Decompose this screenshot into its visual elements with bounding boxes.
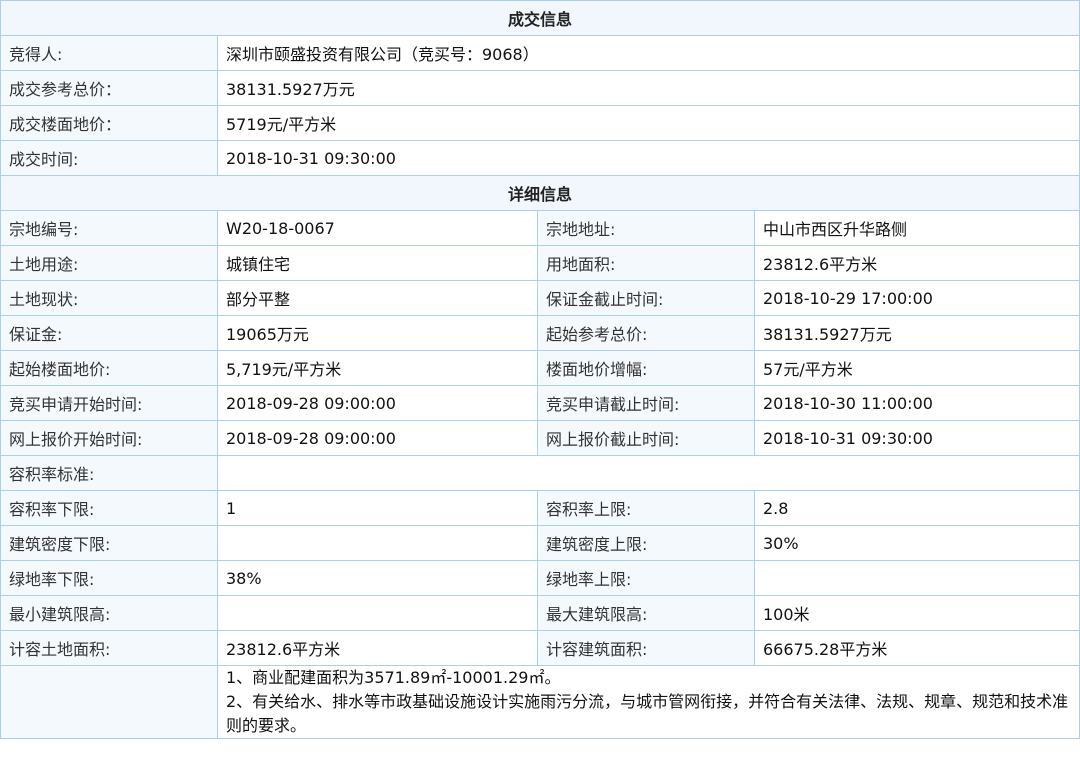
land-use-label: 土地用途:	[0, 245, 218, 281]
height-max-label: 最大建筑限高:	[537, 595, 755, 631]
deal-floor-price-value: 5719元/平方米	[216, 105, 1080, 141]
deal-header-row: 成交信息	[0, 0, 1080, 36]
start-total-price-label: 起始参考总价:	[537, 315, 755, 351]
notes-label	[0, 665, 218, 739]
density-min-label: 建筑密度下限:	[0, 525, 218, 561]
deal-time-label: 成交时间:	[0, 140, 218, 176]
notes-row: 1、商业配建面积为3571.89㎡-10001.29㎡。 2、有关给水、排水等市…	[0, 665, 1080, 739]
gfa-land-area-value: 23812.6平方米	[217, 630, 538, 666]
density-max-value: 30%	[753, 525, 1080, 561]
table-row: 竞得人: 深圳市颐盛投资有限公司（竞买号：9068）	[0, 35, 1080, 71]
apply-end-label: 竞买申请截止时间:	[537, 385, 755, 421]
deal-time-value: 2018-10-31 09:30:00	[216, 140, 1080, 176]
gfa-land-area-label: 计容土地面积:	[0, 630, 218, 666]
green-ratio-min-label: 绿地率下限:	[0, 560, 218, 596]
table-row: 成交楼面地价： 5719元/平方米	[0, 105, 1080, 141]
deal-total-price-value: 38131.5927万元	[216, 70, 1080, 106]
price-increment-label: 楼面地价增幅:	[537, 350, 755, 386]
plot-ratio-standard-label: 容积率标准:	[0, 455, 218, 491]
table-row: 宗地编号: W20-18-0067 宗地地址: 中山市西区升华路侧	[0, 210, 1080, 246]
deposit-value: 19065万元	[217, 315, 538, 351]
parcel-id-label: 宗地编号:	[0, 210, 218, 246]
deal-section-title: 成交信息	[0, 0, 1080, 36]
land-info-table: 成交信息 竞得人: 深圳市颐盛投资有限公司（竞买号：9068） 成交参考总价： …	[0, 0, 1080, 739]
density-min-value	[217, 525, 538, 561]
height-min-label: 最小建筑限高:	[0, 595, 218, 631]
table-row: 保证金: 19065万元 起始参考总价: 38131.5927万元	[0, 315, 1080, 351]
plot-ratio-min-label: 容积率下限:	[0, 490, 218, 526]
winner-value: 深圳市颐盛投资有限公司（竞买号：9068）	[216, 35, 1080, 71]
green-ratio-max-value	[753, 560, 1080, 596]
land-area-label: 用地面积:	[537, 245, 755, 281]
land-status-label: 土地现状:	[0, 280, 218, 316]
bid-end-value: 2018-10-31 09:30:00	[753, 420, 1080, 456]
gfa-building-area-label: 计容建筑面积:	[537, 630, 755, 666]
land-use-value: 城镇住宅	[217, 245, 538, 281]
start-floor-price-value: 5,719元/平方米	[217, 350, 538, 386]
table-row: 容积率下限: 1 容积率上限: 2.8	[0, 490, 1080, 526]
deposit-deadline-value: 2018-10-29 17:00:00	[753, 280, 1080, 316]
table-row: 成交时间: 2018-10-31 09:30:00	[0, 140, 1080, 176]
table-row: 网上报价开始时间: 2018-09-28 09:00:00 网上报价截止时间: …	[0, 420, 1080, 456]
bid-start-label: 网上报价开始时间:	[0, 420, 218, 456]
apply-start-value: 2018-09-28 09:00:00	[217, 385, 538, 421]
deal-total-price-label: 成交参考总价：	[0, 70, 218, 106]
table-row: 竞买申请开始时间: 2018-09-28 09:00:00 竞买申请截止时间: …	[0, 385, 1080, 421]
deal-floor-price-label: 成交楼面地价：	[0, 105, 218, 141]
start-floor-price-label: 起始楼面地价:	[0, 350, 218, 386]
height-max-value: 100米	[753, 595, 1080, 631]
table-row: 建筑密度下限: 建筑密度上限: 30%	[0, 525, 1080, 561]
plot-ratio-max-value: 2.8	[753, 490, 1080, 526]
land-area-value: 23812.6平方米	[753, 245, 1080, 281]
deposit-deadline-label: 保证金截止时间:	[537, 280, 755, 316]
height-min-value	[217, 595, 538, 631]
table-row: 绿地率下限: 38% 绿地率上限:	[0, 560, 1080, 596]
plot-ratio-max-label: 容积率上限:	[537, 490, 755, 526]
gfa-building-area-value: 66675.28平方米	[753, 630, 1080, 666]
detail-header-row: 详细信息	[0, 175, 1080, 211]
bid-end-label: 网上报价截止时间:	[537, 420, 755, 456]
apply-end-value: 2018-10-30 11:00:00	[753, 385, 1080, 421]
note-line-2: 2、有关给水、排水等市政基础设施设计实施雨污分流，与城市管网衔接，并符合有关法律…	[226, 692, 1069, 735]
plot-ratio-min-value: 1	[217, 490, 538, 526]
green-ratio-max-label: 绿地率上限:	[537, 560, 755, 596]
note-line-1: 1、商业配建面积为3571.89㎡-10001.29㎡。	[226, 668, 561, 687]
table-row: 容积率标准:	[0, 455, 1080, 491]
green-ratio-min-value: 38%	[217, 560, 538, 596]
price-increment-value: 57元/平方米	[753, 350, 1080, 386]
bid-start-value: 2018-09-28 09:00:00	[217, 420, 538, 456]
parcel-address-label: 宗地地址:	[537, 210, 755, 246]
plot-ratio-standard-value	[216, 455, 1080, 491]
notes-value: 1、商业配建面积为3571.89㎡-10001.29㎡。 2、有关给水、排水等市…	[216, 665, 1080, 739]
land-status-value: 部分平整	[217, 280, 538, 316]
apply-start-label: 竞买申请开始时间:	[0, 385, 218, 421]
parcel-address-value: 中山市西区升华路侧	[753, 210, 1080, 246]
winner-label: 竞得人:	[0, 35, 218, 71]
density-max-label: 建筑密度上限:	[537, 525, 755, 561]
table-row: 计容土地面积: 23812.6平方米 计容建筑面积: 66675.28平方米	[0, 630, 1080, 666]
table-row: 起始楼面地价: 5,719元/平方米 楼面地价增幅: 57元/平方米	[0, 350, 1080, 386]
table-row: 最小建筑限高: 最大建筑限高: 100米	[0, 595, 1080, 631]
table-row: 土地现状: 部分平整 保证金截止时间: 2018-10-29 17:00:00	[0, 280, 1080, 316]
table-row: 土地用途: 城镇住宅 用地面积: 23812.6平方米	[0, 245, 1080, 281]
deposit-label: 保证金:	[0, 315, 218, 351]
table-row: 成交参考总价： 38131.5927万元	[0, 70, 1080, 106]
parcel-id-value: W20-18-0067	[217, 210, 538, 246]
start-total-price-value: 38131.5927万元	[753, 315, 1080, 351]
detail-section-title: 详细信息	[0, 175, 1080, 211]
